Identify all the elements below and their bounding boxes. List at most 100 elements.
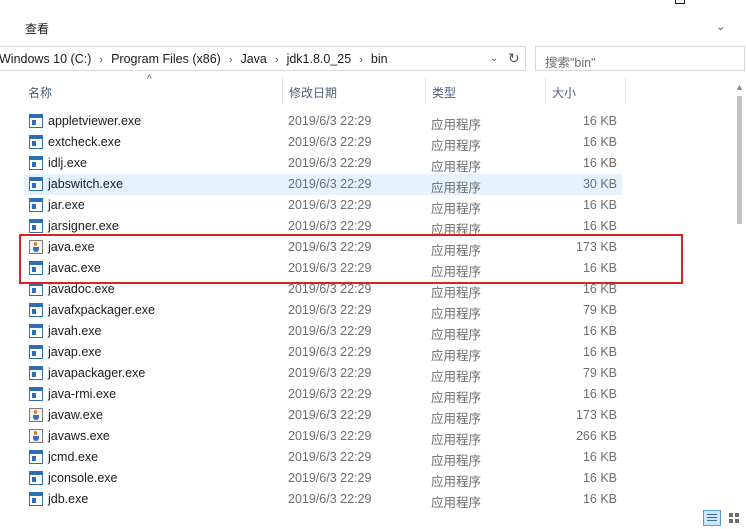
chevron-down-icon[interactable]: ⌄ (490, 53, 498, 64)
file-name: appletviewer.exe (48, 114, 142, 128)
status-bar (0, 508, 746, 529)
file-type: 应用程序 (431, 475, 482, 489)
column-date[interactable]: 修改日期 (289, 84, 337, 101)
file-type: 应用程序 (431, 454, 482, 468)
details-view-icon[interactable] (703, 510, 721, 526)
column-name[interactable]: 名称 (28, 84, 52, 101)
file-date: 2019/6/3 22:29 (288, 303, 372, 317)
file-size: 16 KB (582, 471, 617, 485)
column-header: ^ 名称 修改日期 类型 大小 (0, 74, 746, 104)
exe-icon (29, 177, 43, 191)
file-name: jar.exe (48, 198, 85, 212)
file-name: javadoc.exe (48, 282, 115, 296)
file-row[interactable]: javaws.exe 2019/6/3 22:29 应用程序 266 KB (24, 426, 622, 447)
column-divider[interactable] (425, 78, 426, 104)
column-divider[interactable] (545, 78, 546, 104)
expand-ribbon-icon[interactable]: ⌄ (716, 20, 725, 33)
file-size: 16 KB (582, 324, 617, 338)
scrollbar-thumb[interactable] (737, 96, 742, 224)
file-row[interactable]: javaw.exe 2019/6/3 22:29 应用程序 173 KB (24, 405, 622, 426)
search-input[interactable]: 搜索"bin" (535, 46, 745, 71)
exe-icon (29, 324, 43, 338)
crumb-drive[interactable]: Windows 10 (C:) (0, 52, 91, 66)
file-row[interactable]: jdb.exe 2019/6/3 22:29 应用程序 16 KB (24, 489, 622, 510)
file-date: 2019/6/3 22:29 (288, 492, 372, 506)
crumb-jdk[interactable]: jdk1.8.0_25 (287, 52, 352, 66)
file-date: 2019/6/3 22:29 (288, 114, 372, 128)
file-type: 应用程序 (431, 181, 482, 195)
ribbon-bar: 查看 ⌄ (0, 0, 746, 42)
file-type: 应用程序 (431, 433, 482, 447)
file-row[interactable]: jar.exe 2019/6/3 22:29 应用程序 16 KB (24, 195, 622, 216)
exe-icon (29, 303, 43, 317)
file-size: 16 KB (582, 219, 617, 233)
column-divider[interactable] (282, 78, 283, 104)
file-date: 2019/6/3 22:29 (288, 366, 372, 380)
breadcrumb: Windows 10 (C:) › Program Files (x86) › Java… (0, 52, 388, 66)
file-date: 2019/6/3 22:29 (288, 219, 372, 233)
file-row[interactable]: jcmd.exe 2019/6/3 22:29 应用程序 16 KB (24, 447, 622, 468)
file-date: 2019/6/3 22:29 (288, 387, 372, 401)
file-size: 16 KB (582, 198, 617, 212)
chevron-right-icon[interactable]: › (359, 54, 363, 66)
file-date: 2019/6/3 22:29 (288, 429, 372, 443)
chevron-right-icon[interactable]: › (275, 54, 279, 66)
exe-icon (29, 471, 43, 485)
file-row[interactable]: idlj.exe 2019/6/3 22:29 应用程序 16 KB (24, 153, 622, 174)
file-size: 16 KB (582, 345, 617, 359)
file-date: 2019/6/3 22:29 (288, 345, 372, 359)
file-date: 2019/6/3 22:29 (288, 471, 372, 485)
file-type: 应用程序 (431, 391, 482, 405)
crumb-bin[interactable]: bin (371, 52, 388, 66)
exe-icon (29, 387, 43, 401)
file-name: javap.exe (48, 345, 102, 359)
file-size: 79 KB (582, 303, 617, 317)
file-type: 应用程序 (431, 160, 482, 174)
sort-ascending-icon: ^ (147, 74, 152, 85)
maximize-icon[interactable] (675, 0, 685, 4)
file-type: 应用程序 (431, 118, 482, 132)
file-row[interactable]: javapackager.exe 2019/6/3 22:29 应用程序 79 KB (24, 363, 622, 384)
file-name: javah.exe (48, 324, 102, 338)
file-type: 应用程序 (431, 307, 482, 321)
large-icons-view-icon[interactable] (726, 510, 742, 526)
crumb-program-files[interactable]: Program Files (x86) (111, 52, 221, 66)
file-row[interactable]: javah.exe 2019/6/3 22:29 应用程序 16 KB (24, 321, 622, 342)
column-divider[interactable] (625, 78, 626, 104)
file-date: 2019/6/3 22:29 (288, 135, 372, 149)
file-size: 16 KB (582, 282, 617, 296)
file-row[interactable]: jabswitch.exe 2019/6/3 22:29 应用程序 30 KB (24, 174, 622, 195)
scroll-up-icon[interactable]: ▲ (735, 82, 744, 92)
file-name: jabswitch.exe (48, 177, 124, 191)
file-date: 2019/6/3 22:29 (288, 324, 372, 338)
file-row[interactable]: jconsole.exe 2019/6/3 22:29 应用程序 16 KB (24, 468, 622, 489)
file-size: 266 KB (575, 429, 617, 443)
exe-icon (29, 135, 43, 149)
address-bar[interactable]: Windows 10 (C:) › Program Files (x86) › Java… (0, 46, 526, 71)
file-row[interactable]: java-rmi.exe 2019/6/3 22:29 应用程序 16 KB (24, 384, 622, 405)
vertical-scrollbar[interactable]: ▲ (733, 78, 746, 508)
file-type: 应用程序 (431, 412, 482, 426)
refresh-icon[interactable]: ↻ (508, 50, 520, 67)
file-row[interactable]: javafxpackager.exe 2019/6/3 22:29 应用程序 79 K… (24, 300, 622, 321)
exe-icon (29, 156, 43, 170)
column-type[interactable]: 类型 (432, 84, 456, 101)
file-name: idlj.exe (48, 156, 87, 170)
file-date: 2019/6/3 22:29 (288, 156, 372, 170)
java-icon (29, 429, 43, 443)
file-row[interactable]: extcheck.exe 2019/6/3 22:29 应用程序 16 KB (24, 132, 622, 153)
file-size: 173 KB (575, 408, 617, 422)
file-row[interactable]: javap.exe 2019/6/3 22:29 应用程序 16 KB (24, 342, 622, 363)
exe-icon (29, 366, 43, 380)
column-size[interactable]: 大小 (552, 84, 576, 101)
chevron-right-icon[interactable]: › (99, 54, 103, 66)
file-size: 16 KB (582, 492, 617, 506)
file-size: 16 KB (582, 114, 617, 128)
file-row[interactable]: appletviewer.exe 2019/6/3 22:29 应用程序 16 KB (24, 111, 622, 132)
file-date: 2019/6/3 22:29 (288, 450, 372, 464)
view-tab[interactable]: 查看 (25, 20, 49, 37)
exe-icon (29, 219, 43, 233)
crumb-java[interactable]: Java (240, 52, 266, 66)
chevron-right-icon[interactable]: › (229, 54, 233, 66)
file-date: 2019/6/3 22:29 (288, 408, 372, 422)
